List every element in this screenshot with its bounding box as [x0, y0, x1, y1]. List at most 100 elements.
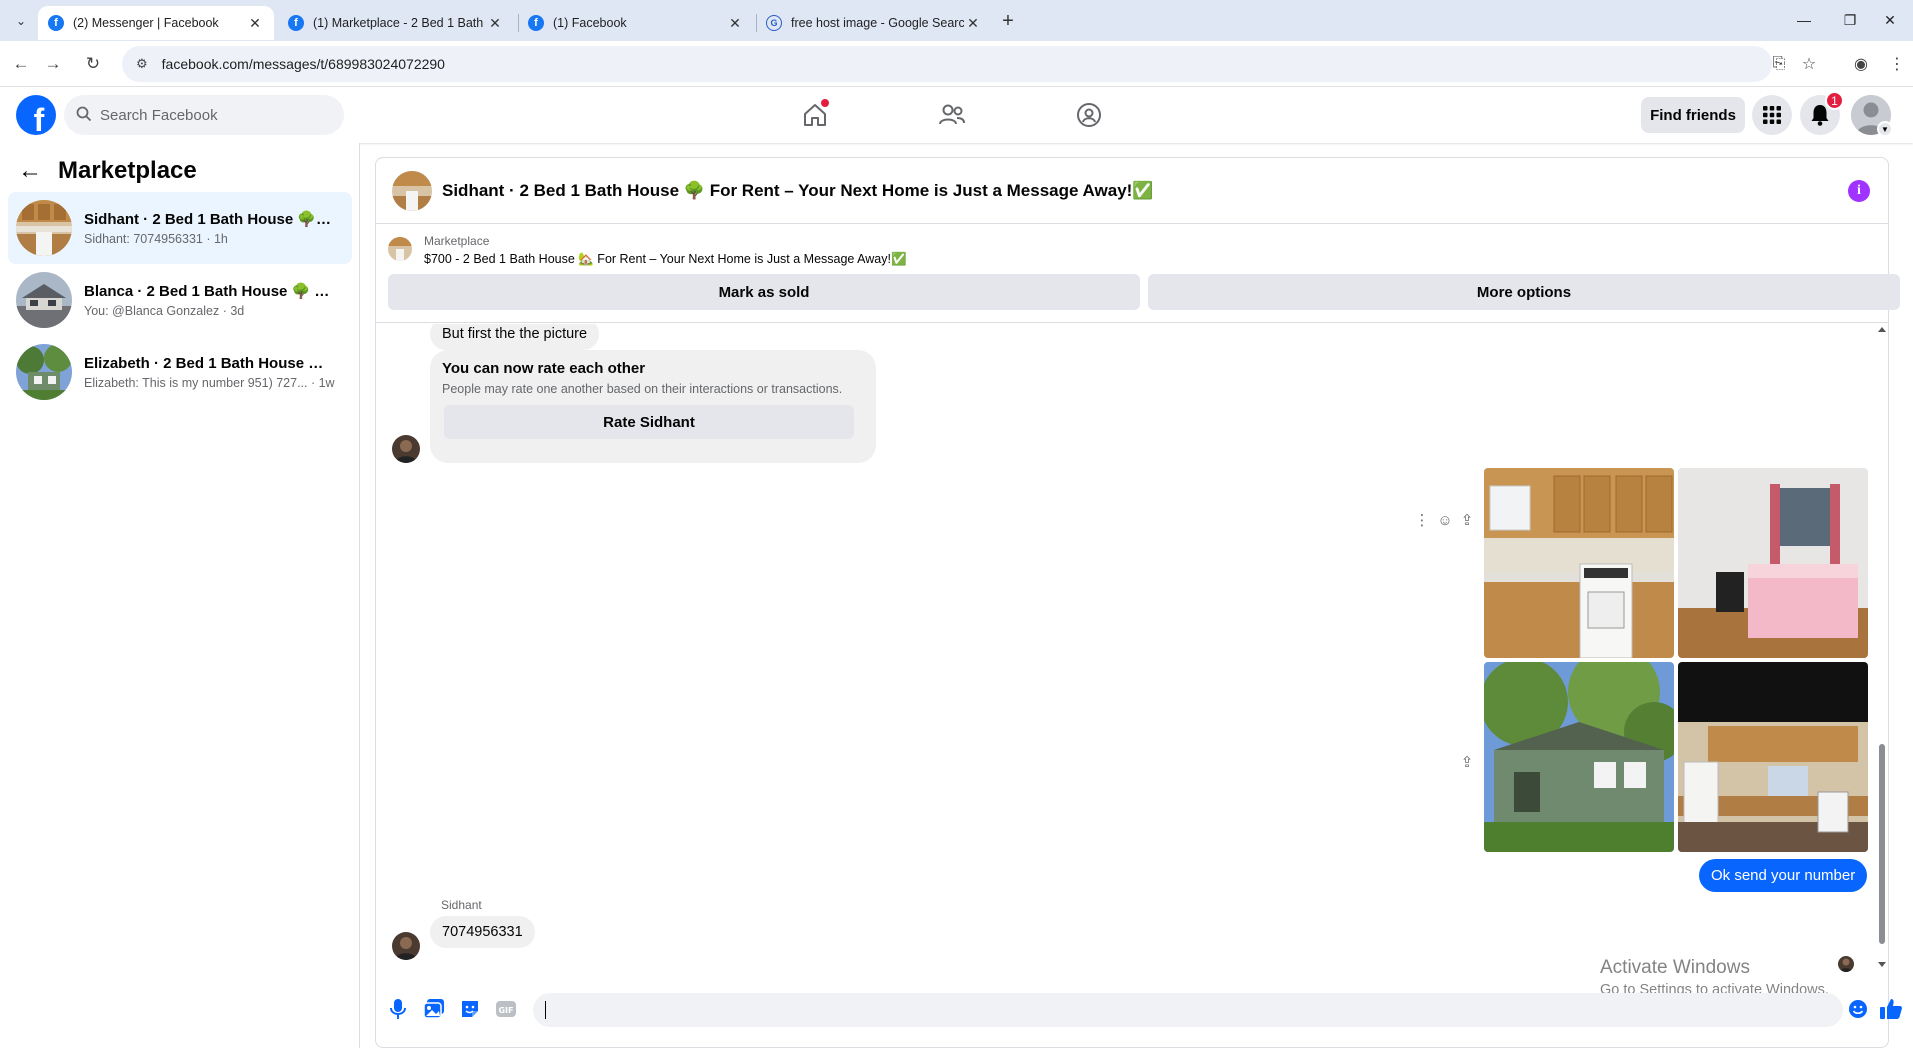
- photo-house-exterior[interactable]: [1484, 662, 1674, 852]
- microphone-icon[interactable]: [385, 996, 411, 1022]
- search-input[interactable]: [100, 106, 320, 124]
- menu-grid-icon[interactable]: [1752, 95, 1792, 135]
- close-icon[interactable]: ✕: [726, 15, 744, 32]
- back-arrow-icon[interactable]: ←: [18, 157, 42, 185]
- listing-label: Marketplace: [424, 234, 490, 248]
- photo-kitchen[interactable]: [1484, 468, 1674, 658]
- more-actions-icon[interactable]: ⋮: [1411, 509, 1433, 531]
- conversation-name: Sidhant · 2 Bed 1 Bath House 🌳 F...: [84, 211, 334, 228]
- friends-icon[interactable]: [932, 95, 972, 135]
- watermark-line-1: Activate Windows: [1600, 957, 1750, 978]
- tab-title: (1) Facebook: [553, 16, 627, 30]
- gif-icon[interactable]: GIF: [493, 996, 519, 1022]
- conversation-snippet: You: @Blanca Gonzalez · 3d: [84, 304, 245, 318]
- address-bar[interactable]: ⚙ facebook.com/messages/t/68998302407229…: [122, 46, 1772, 82]
- listing-title[interactable]: $700 - 2 Bed 1 Bath House 🏡 For Rent – Y…: [424, 252, 907, 267]
- read-receipt-avatar: [1838, 956, 1854, 972]
- chat-title[interactable]: Sidhant · 2 Bed 1 Bath House 🌳 For Rent …: [442, 181, 1154, 201]
- conversation-snippet: Elizabeth: This is my number 951) 727...…: [84, 376, 335, 390]
- minimize-icon[interactable]: —: [1781, 8, 1827, 32]
- message-bubble-in[interactable]: But first the the picture: [430, 324, 600, 350]
- kitchen-thumbnail: [16, 200, 72, 256]
- reload-icon[interactable]: ↻: [80, 51, 106, 77]
- info-icon[interactable]: i: [1848, 180, 1870, 202]
- profile-icon[interactable]: ◉: [1848, 51, 1874, 77]
- facebook-icon: f: [528, 15, 544, 31]
- kebab-menu-icon[interactable]: ⋮: [1884, 51, 1910, 77]
- photo-attach-icon[interactable]: [421, 996, 447, 1022]
- home-icon[interactable]: [795, 95, 835, 135]
- share-icon[interactable]: ⇪: [1456, 751, 1478, 773]
- message-bubble-in[interactable]: 7074956331: [430, 916, 535, 948]
- new-tab-button[interactable]: +: [996, 9, 1020, 33]
- mark-as-sold-button[interactable]: Mark as sold: [388, 274, 1140, 310]
- marketplace-sidebar: ← Marketplace Sidhant · 2 Bed 1 Bath Hou…: [0, 143, 360, 1048]
- sidebar-header: ← Marketplace: [18, 157, 197, 185]
- notification-badge: 1: [1825, 91, 1844, 110]
- react-emoji-icon[interactable]: ☺: [1434, 509, 1456, 531]
- browser-tab-bar: ⌄ f (2) Messenger | Facebook ✕ f (1) Mar…: [0, 0, 1913, 41]
- browser-tab-marketplace[interactable]: f (1) Marketplace - 2 Bed 1 Bath H ✕: [278, 6, 514, 40]
- facebook-search[interactable]: [64, 95, 344, 135]
- rate-card: You can now rate each other People may r…: [430, 350, 876, 463]
- site-settings-icon[interactable]: ⚙: [136, 56, 148, 72]
- message-bubble-out[interactable]: Ok send your number: [1699, 859, 1868, 892]
- back-arrow-icon[interactable]: ←: [8, 51, 34, 77]
- facebook-icon: f: [288, 15, 304, 31]
- more-options-button[interactable]: More options: [1148, 274, 1900, 310]
- sticker-icon[interactable]: [457, 996, 483, 1022]
- listing-banner: Marketplace $700 - 2 Bed 1 Bath House 🏡 …: [376, 225, 1900, 323]
- sender-name-label: Sidhant: [441, 898, 482, 912]
- message-input-box[interactable]: [533, 993, 1843, 1027]
- home-notification-dot: [821, 99, 829, 107]
- message-composer: GIF: [375, 985, 1902, 1035]
- account-chevron-icon[interactable]: ▼: [1877, 121, 1893, 137]
- chat-scrollbar[interactable]: [1876, 324, 1888, 974]
- find-friends-button[interactable]: Find friends: [1641, 97, 1745, 133]
- rate-sidhant-button[interactable]: Rate Sidhant: [444, 405, 854, 439]
- conversation-snippet: Sidhant: 7074956331 · 1h: [84, 232, 228, 246]
- thumbs-up-icon[interactable]: [1878, 996, 1904, 1022]
- close-icon[interactable]: ✕: [964, 15, 982, 32]
- close-icon[interactable]: ✕: [246, 15, 264, 32]
- close-icon[interactable]: ✕: [486, 15, 504, 32]
- chat-panel: Sidhant · 2 Bed 1 Bath House 🌳 For Rent …: [375, 157, 1900, 1048]
- rate-description: People may rate one another based on the…: [442, 382, 843, 396]
- facebook-icon: f: [48, 15, 64, 31]
- search-icon: [76, 106, 92, 125]
- emoji-icon[interactable]: [1845, 996, 1871, 1022]
- conversation-elizabeth[interactable]: Elizabeth · 2 Bed 1 Bath House 🌳 ... Eli…: [8, 336, 352, 408]
- share-icon[interactable]: ⇪: [1456, 509, 1478, 531]
- install-app-icon[interactable]: ⎘: [1766, 51, 1792, 77]
- notifications-bell-icon[interactable]: 1: [1800, 91, 1844, 135]
- tab-title: (1) Marketplace - 2 Bed 1 Bath H: [313, 16, 486, 30]
- tab-search-chevron-icon[interactable]: ⌄: [10, 10, 32, 32]
- chat-avatar[interactable]: [392, 170, 432, 211]
- facebook-logo-icon[interactable]: f: [16, 95, 56, 135]
- browser-toolbar: ← → ↻ ⚙ facebook.com/messages/t/68998302…: [0, 41, 1913, 87]
- conversation-name: Elizabeth · 2 Bed 1 Bath House 🌳 ...: [84, 355, 334, 372]
- conversation-sidhant[interactable]: Sidhant · 2 Bed 1 Bath House 🌳 F... Sidh…: [8, 192, 352, 264]
- conversation-name: Blanca · 2 Bed 1 Bath House 🌳 For...: [84, 283, 334, 300]
- sidebar-title: Marketplace: [58, 157, 197, 184]
- sender-avatar[interactable]: [392, 435, 420, 463]
- sender-avatar[interactable]: [392, 932, 420, 960]
- logo-letter: f: [33, 102, 45, 135]
- house-trees-thumbnail: [16, 344, 72, 400]
- tab-title: (2) Messenger | Facebook: [73, 16, 219, 30]
- groups-icon[interactable]: [1069, 95, 1109, 135]
- listing-thumbnail[interactable]: [388, 237, 412, 261]
- conversation-blanca[interactable]: Blanca · 2 Bed 1 Bath House 🌳 For... You…: [8, 264, 352, 336]
- browser-tab-google[interactable]: G free host image - Google Search ✕: [756, 6, 992, 40]
- url-text: facebook.com/messages/t/689983024072290: [161, 56, 445, 72]
- bookmark-star-icon[interactable]: ☆: [1796, 51, 1822, 77]
- forward-arrow-icon[interactable]: →: [40, 51, 66, 77]
- message-list: But first the the picture You can now ra…: [376, 324, 1888, 974]
- chat-header: Sidhant · 2 Bed 1 Bath House 🌳 For Rent …: [376, 158, 1888, 224]
- browser-tab-facebook[interactable]: f (1) Facebook ✕: [518, 6, 754, 40]
- browser-tab-messenger[interactable]: f (2) Messenger | Facebook ✕: [38, 6, 274, 40]
- message-input[interactable]: [546, 1001, 1786, 1019]
- window-close-icon[interactable]: ✕: [1867, 8, 1913, 32]
- photo-kitchen-dark[interactable]: [1678, 662, 1868, 852]
- photo-bedroom[interactable]: [1678, 468, 1868, 658]
